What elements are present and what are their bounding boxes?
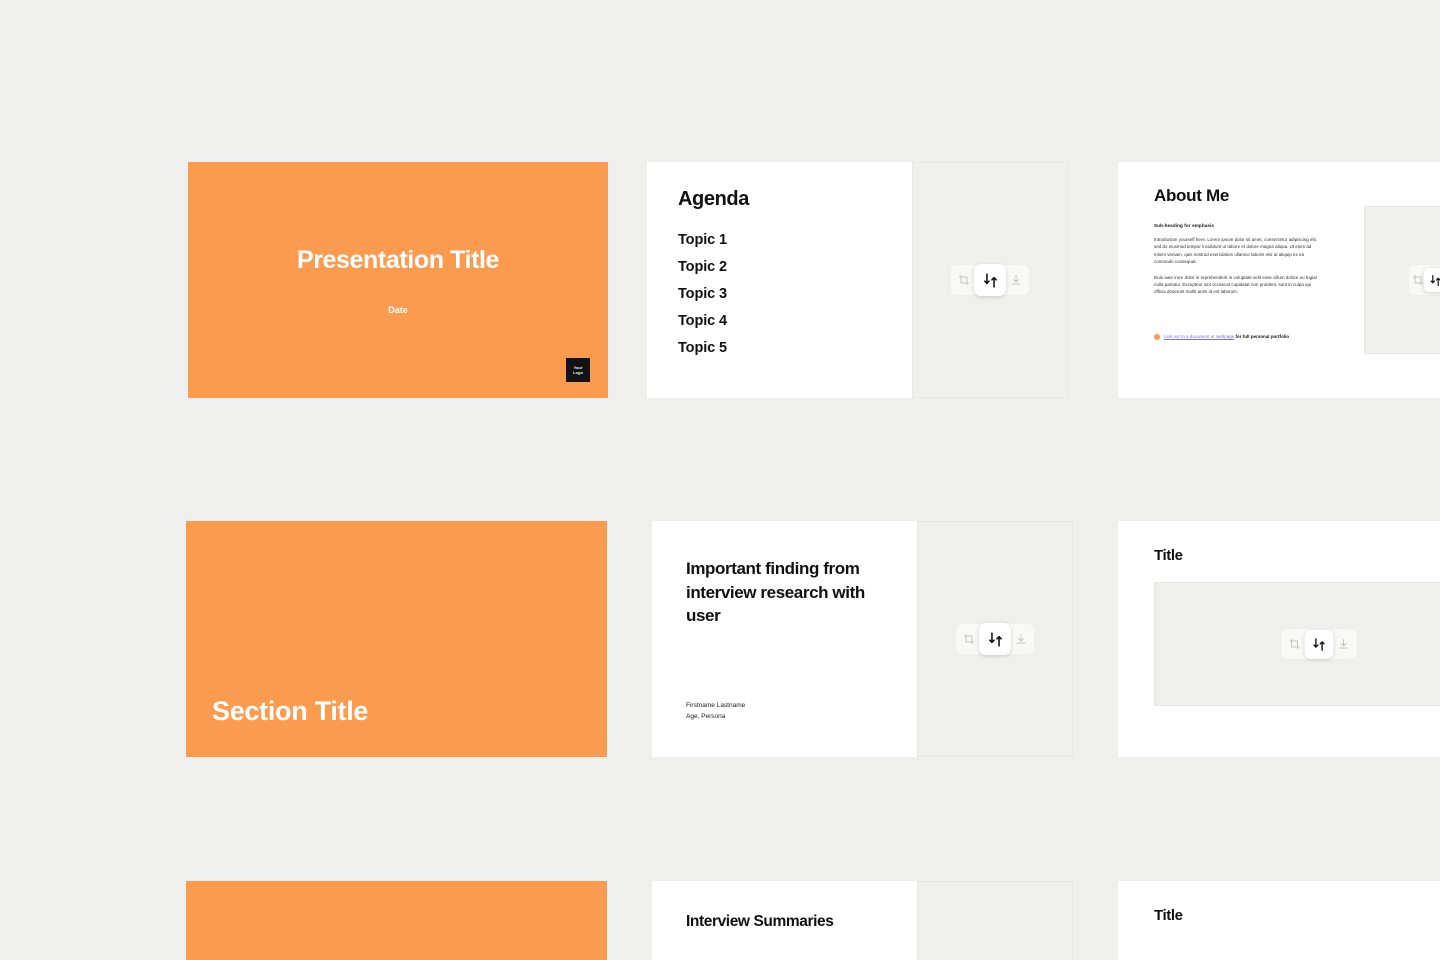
slide-section-title-2[interactable]: [186, 881, 607, 960]
about-heading: About Me: [1154, 186, 1230, 205]
agenda-item-5: Topic 5: [678, 340, 727, 356]
finding-heading: Important finding from interview researc…: [686, 559, 865, 625]
about-paragraph-1: Introduction yourself here. Lorem ipsum …: [1154, 237, 1318, 265]
swap-image-icon[interactable]: [974, 264, 1006, 296]
logo-line-2: Logo: [573, 370, 583, 375]
finding-attribution: Firstname Lastname Age, Persona: [686, 701, 917, 722]
agenda-heading: Agenda: [678, 188, 749, 210]
image-toolbar[interactable]: [1408, 265, 1440, 295]
slide-agenda[interactable]: Agenda Topic 1 Topic 2 Topic 3 Topic 4 T…: [647, 162, 912, 398]
download-icon[interactable]: [1331, 631, 1357, 657]
attrib-meta: Age, Persona: [686, 712, 726, 720]
title-image-heading: Title: [1154, 547, 1183, 564]
slide-deck-canvas: Presentation Title Date Your Logo Agenda…: [0, 0, 1440, 960]
slide-key-finding[interactable]: Important finding from interview researc…: [652, 521, 917, 757]
image-placeholder-about[interactable]: [1364, 206, 1440, 354]
portfolio-link-tail: for full personal portfolio: [1234, 334, 1290, 340]
download-icon[interactable]: [1008, 626, 1034, 652]
slide-section-title[interactable]: Section Title: [186, 521, 607, 757]
portfolio-link-text[interactable]: Link out to a document or webpage for fu…: [1164, 334, 1289, 339]
image-placeholder-finding[interactable]: [917, 521, 1073, 757]
image-toolbar[interactable]: [956, 623, 1034, 655]
image-toolbar[interactable]: [951, 264, 1029, 296]
cover-title: Presentation Title: [296, 245, 500, 274]
portfolio-link[interactable]: Link out to a document or webpage: [1164, 334, 1234, 339]
agenda-item-3: Topic 3: [678, 286, 727, 302]
about-paragraph-2: Duis aute irure dolor in reprehenderit i…: [1154, 274, 1317, 295]
image-placeholder-title-image[interactable]: [1154, 582, 1440, 706]
agenda-item-2: Topic 2: [678, 259, 727, 275]
interview-heading: Interview Summaries: [686, 913, 834, 930]
cover-date: Date: [388, 304, 408, 315]
link-bullet-icon: [1154, 333, 1160, 340]
slide-interview-summaries[interactable]: Interview Summaries: [652, 881, 917, 960]
section-title-text: Section Title: [212, 696, 369, 726]
attrib-name: Firstname Lastname: [686, 702, 746, 709]
image-placeholder-interview[interactable]: [917, 881, 1073, 960]
agenda-item-4: Topic 4: [678, 313, 727, 329]
slide-title-with-image[interactable]: Title: [1118, 521, 1440, 757]
logo-placeholder[interactable]: Your Logo: [566, 358, 590, 382]
title-3-heading: Title: [1154, 907, 1183, 924]
slide-cover[interactable]: Presentation Title Date Your Logo: [188, 162, 608, 398]
slide-title-3[interactable]: Title: [1118, 881, 1440, 960]
swap-image-icon[interactable]: [1304, 629, 1334, 659]
swap-image-icon[interactable]: [979, 623, 1011, 655]
image-toolbar[interactable]: [1281, 629, 1357, 659]
agenda-item-1: Topic 1: [678, 232, 727, 248]
download-icon[interactable]: [1003, 267, 1029, 293]
swap-image-icon[interactable]: [1423, 268, 1440, 292]
image-placeholder-agenda[interactable]: [912, 162, 1068, 398]
